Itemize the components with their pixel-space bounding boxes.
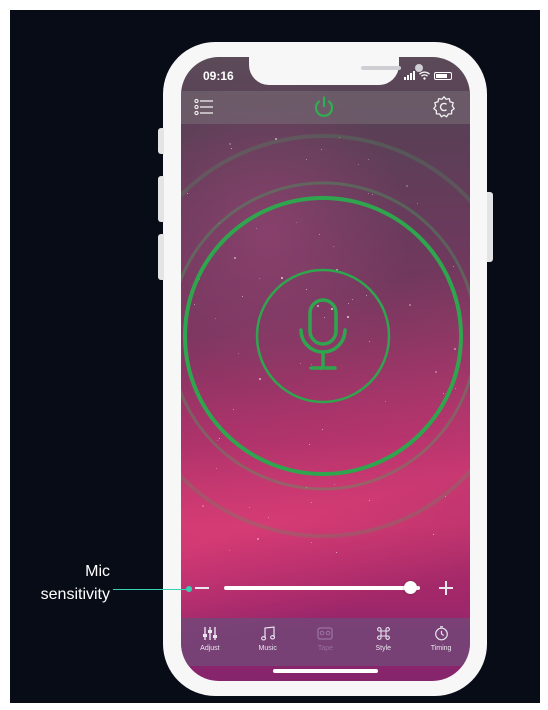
star	[219, 223, 220, 224]
star	[319, 234, 320, 235]
star	[443, 393, 444, 394]
star	[372, 194, 373, 195]
callout-line-1: Mic	[85, 563, 110, 580]
star	[258, 456, 259, 457]
tab-label: Tape	[317, 645, 334, 652]
tape-icon	[317, 626, 334, 640]
star	[268, 517, 269, 518]
star	[368, 159, 369, 160]
star	[409, 304, 411, 306]
status-icons	[404, 71, 452, 80]
callout-line-2: sensitivity	[40, 586, 110, 603]
battery-icon	[434, 71, 452, 80]
star	[234, 257, 236, 259]
tab-label: Timing	[430, 645, 452, 652]
star	[256, 228, 257, 229]
bottom-tab-bar: Adjust Music Tape Style Timing	[181, 618, 470, 666]
mic-sensitivity-callout: Mic sensitivity	[18, 560, 110, 606]
star	[231, 148, 232, 149]
star	[217, 440, 218, 441]
status-bar: 09:16	[181, 57, 470, 91]
star	[202, 505, 204, 507]
cellular-signal-icon	[404, 71, 415, 80]
wifi-icon	[419, 71, 430, 80]
slider-thumb[interactable]	[403, 581, 417, 594]
phone-power-button	[487, 192, 493, 262]
star	[455, 388, 456, 389]
star	[215, 318, 216, 319]
record-mic-button[interactable]	[256, 268, 390, 402]
star	[445, 496, 446, 497]
command-icon	[376, 626, 390, 640]
star	[238, 353, 239, 354]
star	[233, 409, 234, 410]
star	[454, 348, 456, 350]
tab-label: Music	[258, 645, 277, 652]
star	[369, 500, 370, 501]
clock-icon	[434, 625, 448, 640]
star	[322, 429, 323, 430]
star	[195, 285, 196, 286]
star	[406, 185, 408, 187]
slider-track[interactable]	[224, 586, 420, 590]
star	[194, 304, 195, 305]
star	[229, 550, 230, 551]
tab-adjust[interactable]: Adjust	[181, 618, 239, 666]
gear-icon[interactable]	[432, 95, 456, 119]
star	[275, 138, 277, 140]
star	[368, 193, 369, 194]
phone-volume-up-button	[158, 176, 164, 222]
star	[306, 159, 307, 160]
star	[334, 484, 335, 485]
home-indicator	[273, 669, 378, 673]
star	[257, 538, 259, 540]
sliders-icon	[202, 626, 217, 640]
mic-sensitivity-slider	[181, 570, 470, 606]
tab-style[interactable]: Style	[354, 618, 412, 666]
power-icon[interactable]	[312, 95, 336, 119]
tab-label: Style	[375, 645, 392, 652]
star	[306, 487, 307, 488]
microphone-icon	[299, 298, 347, 370]
tab-tape[interactable]: Tape	[297, 618, 355, 666]
tab-music[interactable]: Music	[239, 618, 297, 666]
list-menu-icon[interactable]	[194, 97, 214, 117]
star	[358, 164, 359, 165]
star	[242, 296, 243, 297]
tab-timing[interactable]: Timing	[412, 618, 470, 666]
star	[339, 137, 340, 138]
star	[229, 143, 231, 145]
star	[219, 438, 220, 439]
star	[199, 279, 200, 280]
star	[249, 507, 250, 508]
tab-label: Adjust	[200, 645, 220, 652]
notch	[249, 57, 423, 85]
phone-volume-down-button	[158, 234, 164, 280]
star	[311, 542, 312, 543]
star	[296, 222, 297, 223]
top-bar	[181, 91, 470, 124]
star	[187, 193, 188, 194]
music-note-icon	[260, 625, 275, 640]
phone-side-button	[158, 128, 164, 154]
star	[417, 203, 418, 204]
star	[321, 149, 322, 150]
star	[216, 468, 217, 469]
star	[433, 534, 434, 535]
callout-dot	[186, 586, 192, 592]
status-time: 09:16	[203, 69, 234, 83]
decrease-sensitivity-button[interactable]	[195, 587, 209, 589]
app-screen: 09:16 Adjust Music Tape Style Timing	[181, 57, 470, 681]
star	[435, 371, 437, 373]
star	[336, 552, 337, 553]
star	[309, 444, 310, 445]
speaker-grille	[361, 66, 401, 70]
callout-leader-line	[113, 589, 191, 590]
star	[453, 266, 454, 267]
star	[333, 246, 334, 247]
star	[311, 502, 312, 503]
